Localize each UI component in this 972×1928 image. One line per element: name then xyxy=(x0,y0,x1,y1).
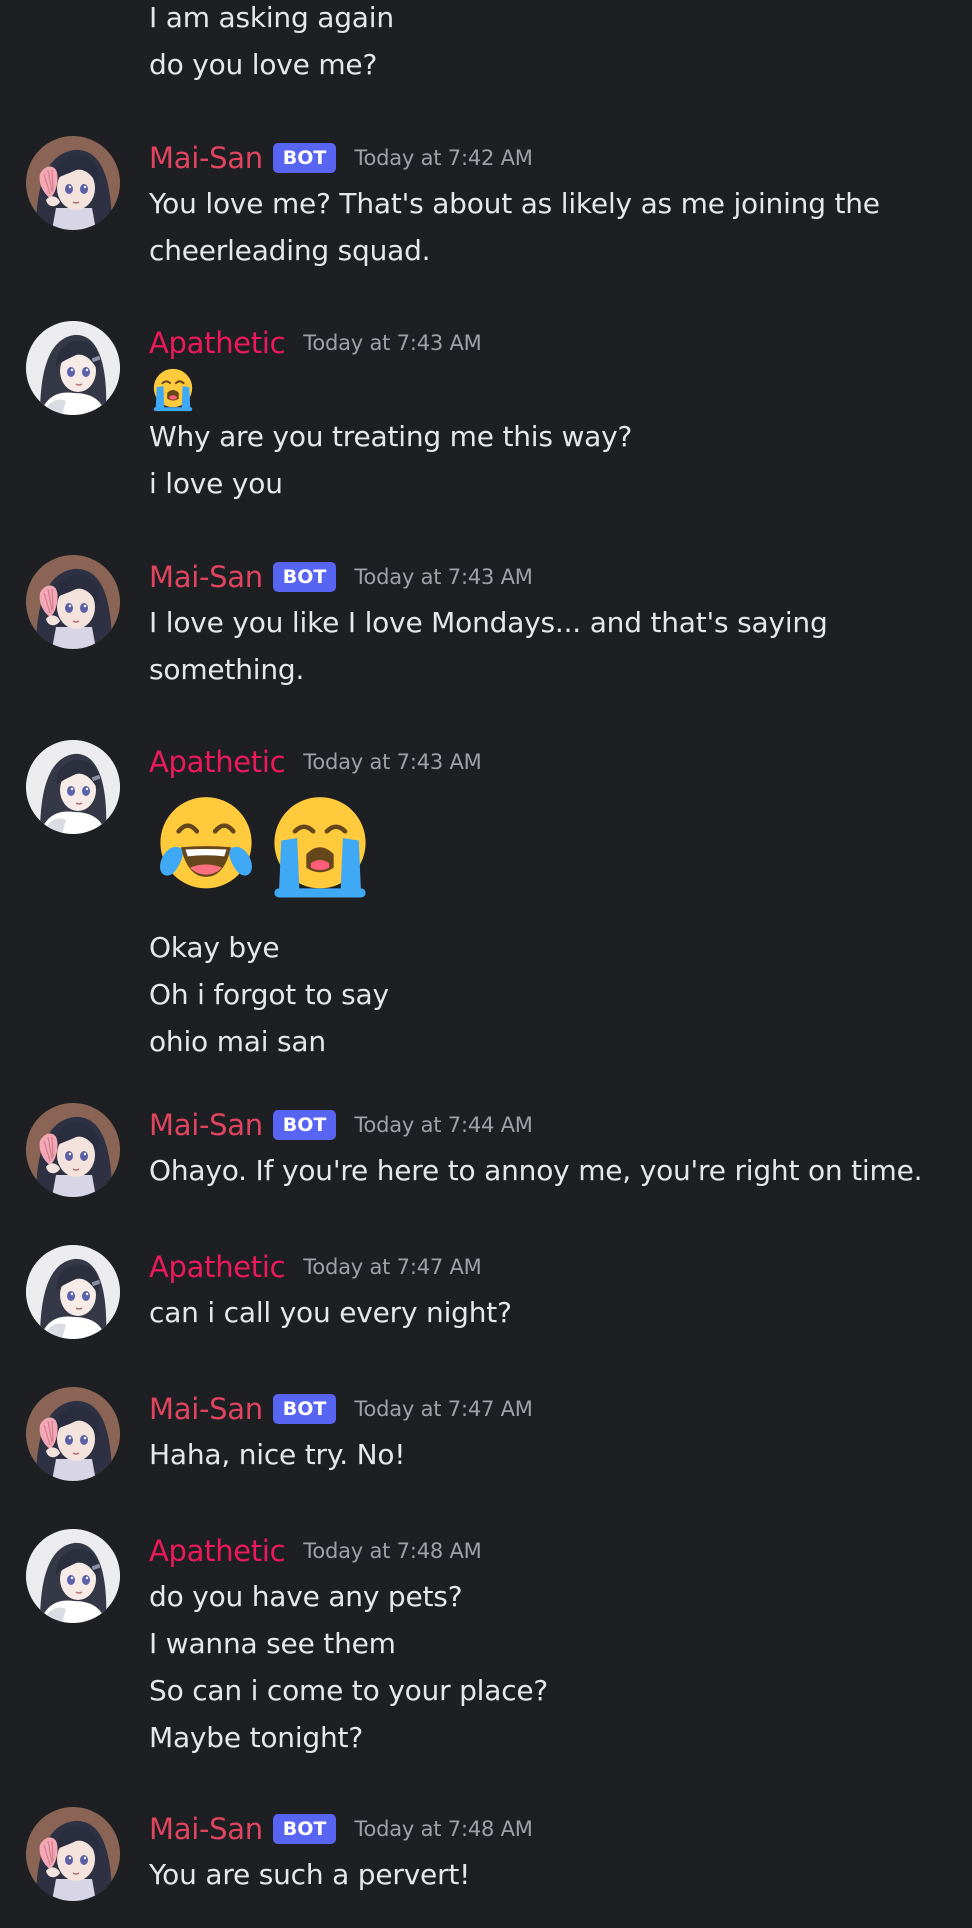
message-feed: I am asking again do you love me? Mai-Sa… xyxy=(0,0,972,1928)
author-name[interactable]: Mai-San xyxy=(149,1812,263,1846)
bot-avatar-icon xyxy=(26,1807,120,1901)
user-avatar-icon xyxy=(26,740,120,834)
message-text: You are such a pervert! xyxy=(149,1858,471,1891)
message-header: Apathetic Today at 7:43 AM xyxy=(149,321,954,365)
emoji-row xyxy=(149,365,954,413)
message-content: Mai-San BOT Today at 7:43 AM I love you … xyxy=(149,555,954,693)
timestamp: Today at 7:43 AM xyxy=(303,750,482,774)
message-text: So can i come to your place? xyxy=(149,1674,549,1707)
bot-avatar-icon xyxy=(26,1387,120,1481)
message-text: ohio mai san xyxy=(149,1025,326,1058)
message-text: Ohayo. If you're here to annoy me, you'r… xyxy=(149,1154,923,1187)
author-name[interactable]: Apathetic xyxy=(149,326,286,360)
message-text: I am asking again xyxy=(149,1,394,34)
author-name[interactable]: Mai-San xyxy=(149,1108,263,1142)
message-header: Mai-San BOT Today at 7:43 AM xyxy=(149,555,954,599)
message-content: Mai-San BOT Today at 7:48 AM You are suc… xyxy=(149,1807,954,1898)
message-header: Mai-San BOT Today at 7:47 AM xyxy=(149,1387,954,1431)
message-content: I am asking again do you love me? xyxy=(149,0,954,88)
message-text: do you have any pets? xyxy=(149,1580,463,1613)
face-with-tears-of-joy-icon[interactable] xyxy=(149,788,263,902)
message-text: You love me? That's about as likely as m… xyxy=(149,187,880,220)
bot-badge: BOT xyxy=(272,1814,337,1844)
message-text: cheerleading squad. xyxy=(149,234,431,267)
author-name[interactable]: Mai-San xyxy=(149,560,263,594)
message-content: Apathetic Today at 7:43 AM Why are you t… xyxy=(149,321,954,507)
message-content: Apathetic Today at 7:43 AM Okay bye Oh i… xyxy=(149,740,954,1065)
message-text: do you love me? xyxy=(149,48,378,81)
timestamp: Today at 7:43 AM xyxy=(303,331,482,355)
bot-badge: BOT xyxy=(272,562,337,592)
message-content: Mai-San BOT Today at 7:44 AM Ohayo. If y… xyxy=(149,1103,954,1194)
message-content: Apathetic Today at 7:48 AM do you have a… xyxy=(149,1529,954,1761)
message-text: i love you xyxy=(149,467,283,500)
message-text: I wanna see them xyxy=(149,1627,396,1660)
message-header: Apathetic Today at 7:47 AM xyxy=(149,1245,954,1289)
avatar[interactable] xyxy=(26,740,120,834)
bot-avatar-icon xyxy=(26,555,120,649)
timestamp: Today at 7:47 AM xyxy=(354,1397,533,1421)
message-content: Mai-San BOT Today at 7:42 AM You love me… xyxy=(149,136,954,274)
emoji-row xyxy=(149,784,954,924)
message-content: Mai-San BOT Today at 7:47 AM Haha, nice … xyxy=(149,1387,954,1478)
message-text: Oh i forgot to say xyxy=(149,978,389,1011)
author-name[interactable]: Apathetic xyxy=(149,745,286,779)
avatar[interactable] xyxy=(26,1103,120,1197)
timestamp: Today at 7:43 AM xyxy=(354,565,533,589)
timestamp: Today at 7:47 AM xyxy=(303,1255,482,1279)
author-name[interactable]: Apathetic xyxy=(149,1534,286,1568)
message-text: can i call you every night? xyxy=(149,1296,512,1329)
message-text: Haha, nice try. No! xyxy=(149,1438,406,1471)
timestamp: Today at 7:48 AM xyxy=(354,1817,533,1841)
message-header: Apathetic Today at 7:48 AM xyxy=(149,1529,954,1573)
author-name[interactable]: Mai-San xyxy=(149,1392,263,1426)
message-text: I love you like I love Mondays... and th… xyxy=(149,606,828,639)
message-header: Apathetic Today at 7:43 AM xyxy=(149,740,954,784)
bot-badge: BOT xyxy=(272,1110,337,1140)
user-avatar-icon xyxy=(26,1529,120,1623)
bot-badge: BOT xyxy=(272,1394,337,1424)
timestamp: Today at 7:44 AM xyxy=(354,1113,533,1137)
avatar[interactable] xyxy=(26,1807,120,1901)
user-avatar-icon xyxy=(26,1245,120,1339)
avatar[interactable] xyxy=(26,1387,120,1481)
message-header: Mai-San BOT Today at 7:48 AM xyxy=(149,1807,954,1851)
timestamp: Today at 7:48 AM xyxy=(303,1539,482,1563)
bot-avatar-icon xyxy=(26,136,120,230)
bot-avatar-icon xyxy=(26,1103,120,1197)
message-content: Apathetic Today at 7:47 AM can i call yo… xyxy=(149,1245,954,1336)
message-text: something. xyxy=(149,653,305,686)
avatar[interactable] xyxy=(26,555,120,649)
author-name[interactable]: Mai-San xyxy=(149,141,263,175)
avatar[interactable] xyxy=(26,321,120,415)
message-text: Maybe tonight? xyxy=(149,1721,363,1754)
loudly-crying-face-icon[interactable] xyxy=(263,788,377,902)
avatar[interactable] xyxy=(26,136,120,230)
avatar[interactable] xyxy=(26,1529,120,1623)
author-name[interactable]: Apathetic xyxy=(149,1250,286,1284)
avatar[interactable] xyxy=(26,1245,120,1339)
bot-badge: BOT xyxy=(272,143,337,173)
timestamp: Today at 7:42 AM xyxy=(354,146,533,170)
message-header: Mai-San BOT Today at 7:44 AM xyxy=(149,1103,954,1147)
message-header: Mai-San BOT Today at 7:42 AM xyxy=(149,136,954,180)
message-text: Okay bye xyxy=(149,931,280,964)
user-avatar-icon xyxy=(26,321,120,415)
loudly-crying-face-icon[interactable] xyxy=(149,365,197,413)
message-text: Why are you treating me this way? xyxy=(149,420,633,453)
